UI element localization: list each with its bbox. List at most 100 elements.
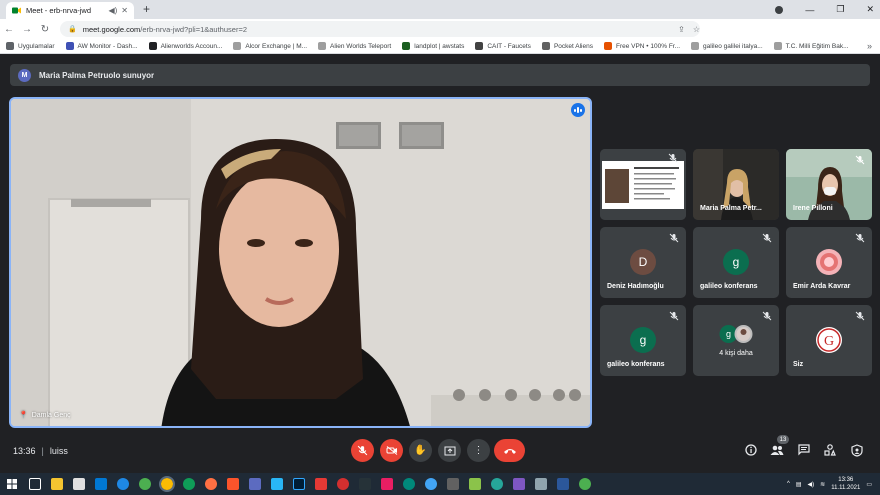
tab-audio-icon[interactable]: ◀) — [108, 6, 117, 15]
participant-tile[interactable]: g galileo konferans — [693, 227, 779, 298]
bookmark-item[interactable]: Alcor Exchange | M... — [233, 42, 307, 50]
bookmark-favicon-icon — [691, 42, 700, 50]
app-icon[interactable] — [469, 478, 481, 490]
edge-icon[interactable] — [183, 478, 195, 490]
more-options-button[interactable]: ⋮ — [467, 439, 490, 462]
presenting-banner[interactable]: M Maria Palma Petruolo sunuyor — [10, 64, 870, 86]
participant-tile[interactable]: g galileo konferans — [600, 305, 686, 376]
chrome-active-icon[interactable] — [159, 476, 175, 492]
bookmarks-overflow-icon[interactable]: » — [867, 39, 872, 53]
participant-tile[interactable]: Emir Arda Kavrar — [786, 227, 872, 298]
app-icon[interactable] — [381, 478, 393, 490]
ie-icon[interactable] — [117, 478, 129, 490]
leave-call-button[interactable] — [494, 439, 525, 462]
app-icon[interactable] — [403, 478, 415, 490]
tray-overflow-icon[interactable]: ^ — [787, 481, 790, 487]
apps-grid-icon — [6, 42, 14, 50]
app-icon[interactable] — [249, 478, 261, 490]
lock-icon[interactable]: 🔒 — [68, 25, 77, 33]
outlook-icon[interactable] — [95, 478, 107, 490]
back-button[interactable]: ← — [0, 24, 18, 35]
bookmark-favicon-icon — [773, 42, 782, 50]
participant-tile[interactable]: Irene Pilloni — [786, 149, 872, 220]
mic-off-icon — [669, 311, 679, 321]
raise-hand-button[interactable]: ✋ — [409, 439, 432, 462]
bookmark-item[interactable]: T.C. Milli Eğitim Bak... — [773, 42, 849, 50]
taskbar-clock[interactable]: 13:36 11.11.2021 — [831, 476, 860, 492]
bookmark-item[interactable]: Free VPN • 100% Fr... — [603, 42, 680, 50]
people-icon[interactable] — [770, 443, 784, 457]
wifi-icon[interactable]: ≋ — [820, 481, 825, 488]
file-explorer-icon[interactable] — [51, 478, 63, 490]
app-icon[interactable] — [579, 478, 591, 490]
profile-indicator-icon[interactable] — [775, 5, 784, 14]
bookmark-favicon-icon — [603, 42, 612, 50]
activities-icon[interactable] — [823, 443, 837, 457]
brave-icon[interactable] — [227, 478, 239, 490]
bookmark-item[interactable]: Alienworlds Accoun... — [148, 42, 222, 50]
meeting-details-icon[interactable] — [744, 443, 758, 457]
tab-close-icon[interactable]: ✕ — [121, 6, 128, 15]
system-tray: ^ ▤ ◀) ≋ 13:36 11.11.2021 ▭ — [787, 473, 880, 495]
minimize-button[interactable]: — — [805, 5, 814, 15]
maximize-button[interactable]: ❐ — [836, 4, 844, 15]
bookmark-star-icon[interactable]: ☆ — [693, 25, 700, 34]
browser-tab[interactable]: Meet - erb-nrva-jwd ◀) ✕ — [6, 2, 134, 19]
close-window-button[interactable]: ✕ — [866, 4, 874, 15]
app-icon[interactable] — [535, 478, 547, 490]
main-speaker-tile[interactable]: 📍 Damla Genç — [9, 97, 592, 428]
task-view-icon[interactable] — [29, 478, 41, 490]
bookmark-item[interactable]: AW Monitor - Dash... — [65, 42, 138, 50]
notifications-icon[interactable]: ▭ — [866, 481, 872, 488]
photoshop-icon[interactable] — [293, 478, 305, 490]
mic-toggle-button[interactable] — [351, 439, 374, 462]
participant-tile[interactable]: Maria Palma Petr... — [693, 149, 779, 220]
volume-icon[interactable]: ◀) — [808, 481, 815, 488]
network-icon[interactable]: ▤ — [796, 481, 802, 488]
svg-text:G: G — [824, 334, 834, 349]
app-icon[interactable] — [271, 478, 283, 490]
new-tab-button[interactable]: + — [143, 2, 150, 16]
word-icon[interactable] — [557, 478, 569, 490]
self-avatar: G — [816, 327, 842, 353]
chat-icon[interactable] — [797, 443, 811, 457]
self-tile[interactable]: G Siz — [786, 305, 872, 376]
bookmark-item[interactable]: landplot | awstats — [402, 42, 464, 50]
host-controls-icon[interactable] — [850, 443, 864, 457]
participant-name: Deniz Hadımoğlu — [607, 283, 664, 290]
store-icon[interactable] — [73, 478, 85, 490]
bookmark-item[interactable]: Uygulamalar — [6, 42, 55, 50]
forward-button[interactable]: → — [18, 24, 36, 35]
participant-name: galileo konferans — [700, 283, 758, 290]
bookmark-favicon-icon — [402, 42, 411, 50]
app-icon[interactable] — [425, 478, 437, 490]
app-icon[interactable] — [491, 478, 503, 490]
bookmark-item[interactable]: Alien Worlds Teleport — [318, 42, 391, 50]
app-icon[interactable] — [447, 478, 459, 490]
share-icon[interactable]: ⇪ — [678, 25, 685, 34]
filezilla-icon[interactable] — [315, 478, 327, 490]
app-icon[interactable] — [337, 478, 349, 490]
present-now-button[interactable] — [438, 439, 461, 462]
app-icon[interactable] — [513, 478, 525, 490]
bookmark-label: CAIT - Faucets — [487, 42, 531, 50]
mic-off-icon — [668, 153, 678, 163]
participant-tile[interactable] — [600, 149, 686, 220]
bookmark-item[interactable]: Pocket Aliens — [541, 42, 593, 50]
bookmark-item[interactable]: CAIT - Faucets — [475, 42, 531, 50]
participant-tile[interactable]: D Deniz Hadımoğlu — [600, 227, 686, 298]
start-button[interactable] — [0, 479, 24, 489]
mic-off-icon — [669, 233, 679, 243]
reload-button[interactable]: ↻ — [36, 24, 54, 35]
participant-name: Emir Arda Kavrar — [793, 283, 851, 290]
windows-taskbar: ^ ▤ ◀) ≋ 13:36 11.11.2021 ▭ — [0, 473, 880, 495]
bookmark-item[interactable]: galileo galilei italya... — [691, 42, 763, 50]
more-participants-tile[interactable]: g 4 kişi daha — [693, 305, 779, 376]
address-bar[interactable]: 🔒 meet.google.com /erb-nrva-jwd?pli=1&au… — [60, 21, 700, 37]
chrome-icon[interactable] — [139, 478, 151, 490]
app-icon[interactable] — [359, 478, 371, 490]
pin-icon[interactable]: 📍 — [19, 411, 28, 419]
camera-toggle-button[interactable] — [380, 439, 403, 462]
firefox-icon[interactable] — [205, 478, 217, 490]
url-host: meet.google.com — [82, 24, 141, 34]
